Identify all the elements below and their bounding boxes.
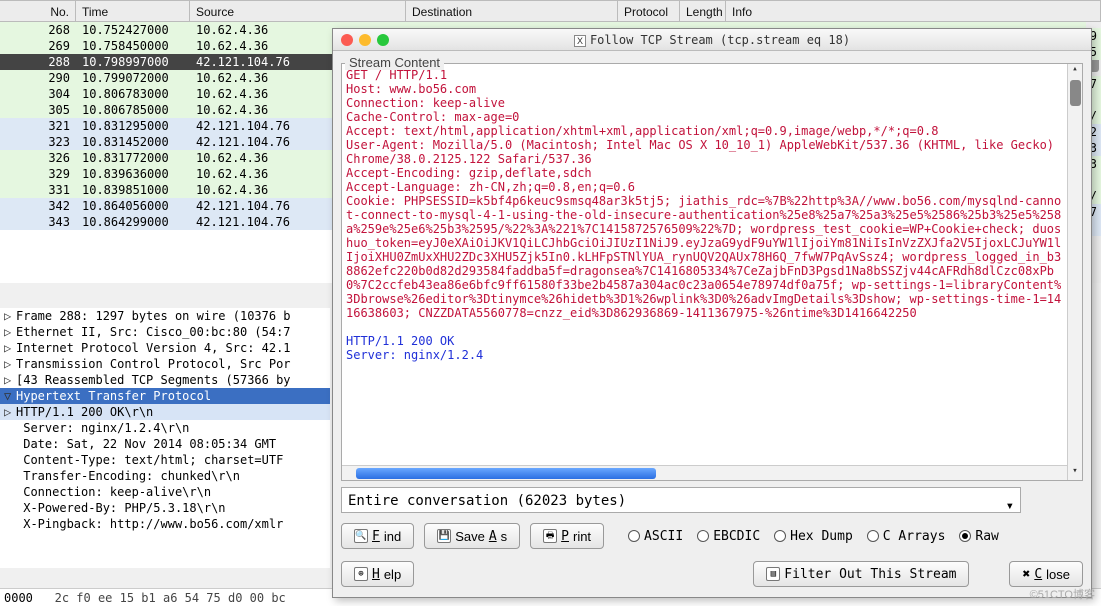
save-as-button[interactable]: 💾Save As (424, 523, 520, 549)
help-button[interactable]: ⊕Help (341, 561, 414, 587)
col-header-length[interactable]: Length (680, 1, 726, 21)
encoding-radio-group: ASCII EBCDIC Hex Dump C Arrays Raw (628, 529, 999, 544)
col-header-source[interactable]: Source (190, 1, 406, 21)
packet-detail-tree[interactable]: ▷Frame 288: 1297 bytes on wire (10376 b▷… (0, 308, 330, 568)
radio-icon (774, 530, 786, 542)
stream-hscrollbar[interactable] (342, 465, 1067, 480)
search-icon: 🔍 (354, 529, 368, 543)
floppy-icon: 💾 (437, 529, 451, 543)
encoding-option-raw[interactable]: Raw (959, 529, 998, 544)
tree-line[interactable]: ▷Frame 288: 1297 bytes on wire (10376 b (0, 308, 330, 324)
request-text: GET / HTTP/1.1 Host: www.bo56.com Connec… (346, 68, 1061, 320)
filter-out-button[interactable]: ▤Filter Out This Stream (753, 561, 969, 587)
tree-line[interactable]: ▷Ethernet II, Src: Cisco_00:bc:80 (54:7 (0, 324, 330, 340)
tree-line[interactable]: Transfer-Encoding: chunked\r\n (0, 468, 330, 484)
stream-content-label: Stream Content (345, 55, 444, 70)
response-text: HTTP/1.1 200 OK Server: nginx/1.2.4 (346, 334, 483, 362)
conversation-row: Entire conversation (62023 bytes) ▾ (341, 487, 1083, 515)
tree-line[interactable]: X-Powered-By: PHP/5.3.18\r\n (0, 500, 330, 516)
encoding-option-ebcdic[interactable]: EBCDIC (697, 529, 760, 544)
stream-content-box: GET / HTTP/1.1 Host: www.bo56.com Connec… (341, 63, 1083, 481)
tree-line[interactable]: Date: Sat, 22 Nov 2014 08:05:34 GMT (0, 436, 330, 452)
tree-line[interactable]: ▷Transmission Control Protocol, Src Por (0, 356, 330, 372)
encoding-option-hex-dump[interactable]: Hex Dump (774, 529, 853, 544)
x11-icon: X (574, 35, 586, 47)
conversation-select[interactable]: Entire conversation (62023 bytes) ▾ (341, 487, 1021, 513)
col-header-info[interactable]: Info (726, 1, 1101, 21)
window-zoom-icon[interactable] (377, 34, 389, 46)
radio-icon (697, 530, 709, 542)
dialog-title: XFollow TCP Stream (tcp.stream eq 18) (333, 29, 1091, 52)
window-close-icon[interactable] (341, 34, 353, 46)
col-header-destination[interactable]: Destination (406, 1, 618, 21)
tree-line[interactable]: ▷[43 Reassembled TCP Segments (57366 by (0, 372, 330, 388)
stream-vscrollbar[interactable]: ▴▾ (1067, 64, 1082, 480)
printer-icon: 🖶 (543, 529, 557, 543)
col-header-time[interactable]: Time (76, 1, 190, 21)
radio-icon (867, 530, 879, 542)
button-row-2: ⊕Help ▤Filter Out This Stream ✖Close (341, 559, 1083, 589)
packet-list-header: No. Time Source Destination Protocol Len… (0, 0, 1101, 22)
col-header-protocol[interactable]: Protocol (618, 1, 680, 21)
hex-bytes: 2c f0 ee 15 b1 a6 54 75 d0 00 bc (55, 591, 286, 605)
dialog-titlebar[interactable]: XFollow TCP Stream (tcp.stream eq 18) (333, 29, 1091, 51)
col-header-no[interactable]: No. (0, 1, 76, 21)
tree-line[interactable]: ▷Internet Protocol Version 4, Src: 42.1 (0, 340, 330, 356)
chevron-down-icon: ▾ (1006, 494, 1014, 518)
tree-line[interactable]: X-Pingback: http://www.bo56.com/xmlr (0, 516, 330, 532)
follow-tcp-stream-dialog: XFollow TCP Stream (tcp.stream eq 18) St… (332, 28, 1092, 598)
button-row-1: 🔍Find 💾Save As 🖶Print ASCII EBCDIC Hex Dum… (341, 521, 1083, 551)
radio-icon (628, 530, 640, 542)
watermark: ©51CTO博客 (1030, 586, 1095, 602)
tree-line[interactable]: Connection: keep-alive\r\n (0, 484, 330, 500)
encoding-option-ascii[interactable]: ASCII (628, 529, 683, 544)
window-minimize-icon[interactable] (359, 34, 371, 46)
radio-icon (959, 530, 971, 542)
tree-line[interactable]: Content-Type: text/html; charset=UTF (0, 452, 330, 468)
x-icon: ✖ (1022, 567, 1030, 582)
tree-line[interactable]: Server: nginx/1.2.4\r\n (0, 420, 330, 436)
encoding-option-c-arrays[interactable]: C Arrays (867, 529, 946, 544)
lifebuoy-icon: ⊕ (354, 567, 368, 581)
tree-line[interactable]: ▽Hypertext Transfer Protocol (0, 388, 330, 404)
stream-text[interactable]: GET / HTTP/1.1 Host: www.bo56.com Connec… (346, 68, 1064, 462)
tree-line[interactable]: ▷HTTP/1.1 200 OK\r\n (0, 404, 330, 420)
close-button[interactable]: ✖Close (1009, 561, 1083, 587)
print-button[interactable]: 🖶Print (530, 523, 604, 549)
hex-offset: 0000 (4, 591, 33, 605)
find-button[interactable]: 🔍Find (341, 523, 414, 549)
filter-icon: ▤ (766, 567, 780, 581)
packet-hscrollbar[interactable] (4, 290, 328, 306)
